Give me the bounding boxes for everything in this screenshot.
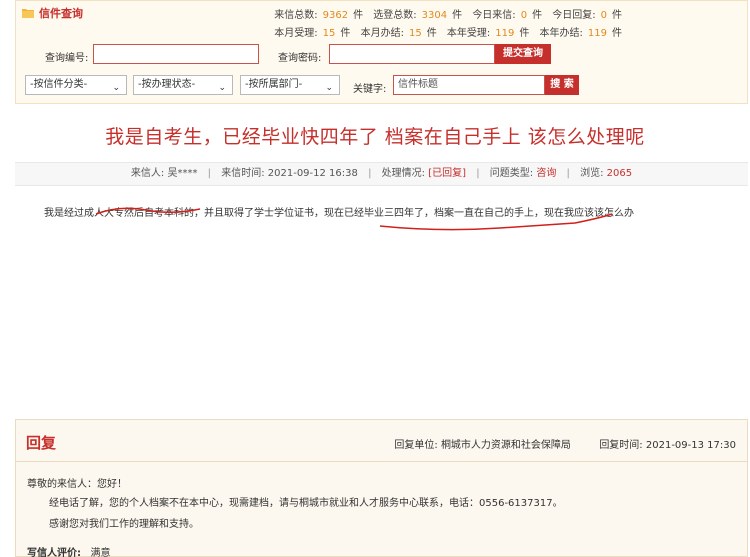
dept-select-value: -按所属部门-	[245, 79, 303, 90]
filter-row: -按信件分类- ⌄ -按办理状态- ⌄ -按所属部门- ⌄ 关键字: 信件标题 搜 索	[16, 75, 747, 97]
stat-value: 119	[587, 28, 607, 39]
views-label: 浏览:	[580, 168, 604, 179]
letter-meta-bar: 来信人: 吴**** | 来信时间: 2021-09-12 16:38 | 处理…	[15, 162, 748, 186]
stat-unit: 件	[532, 10, 543, 21]
status-label: 处理情况:	[381, 168, 426, 179]
query-row: 查询编号: 查询密码: 提交查询	[16, 44, 747, 66]
reply-time-value: 2021-09-13 17:30	[645, 440, 736, 451]
reply-greeting: 尊敬的来信人：您好！	[27, 479, 127, 490]
divider: |	[207, 168, 212, 179]
chevron-down-icon: ⌄	[325, 83, 333, 93]
sender-label: 来信人:	[130, 168, 165, 179]
keyword-input[interactable]: 信件标题	[393, 75, 545, 95]
panel-title-text: 信件查询	[39, 7, 83, 20]
status-select[interactable]: -按办理状态- ⌄	[133, 75, 233, 95]
divider: |	[476, 168, 480, 179]
reply-unit-label: 回复单位:	[394, 440, 438, 451]
letter-time-label: 来信时间:	[221, 168, 265, 179]
query-panel: 信件查询 来信总数: 9362 件 选登总数: 3304 件 今日来信: 0 件 今日回复:…	[15, 0, 748, 104]
stat-label: 本年受理:	[446, 28, 491, 39]
status-badge: [已回复]	[428, 168, 467, 179]
evaluation-label: 写信人评价:	[27, 548, 81, 557]
category-select-value: -按信件分类-	[30, 79, 88, 90]
letter-time-value: 2021-09-12 16:38	[267, 168, 358, 179]
stat-unit: 件	[353, 10, 364, 21]
stat-unit: 件	[340, 28, 351, 39]
folder-icon	[22, 8, 34, 18]
letter-body: 我是经过成人大专然后自考本科的，并且取得了学士学位证书，现在已经毕业三四年了，档…	[44, 208, 634, 219]
stat-value: 15	[408, 28, 422, 39]
stat-unit: 件	[519, 28, 530, 39]
reply-body: 经电话了解，您的个人档案不在本中心，现需建档，请与桐城市就业和人才服务中心联系，…	[49, 498, 563, 509]
status-select-value: -按办理状态-	[138, 79, 196, 90]
query-no-label: 查询编号:	[45, 53, 89, 64]
reply-info: 回复单位: 桐城市人力资源和社会保障局 回复时间: 2021-09-13 17:…	[394, 436, 736, 451]
panel-title: 信件查询	[22, 5, 83, 21]
stat-value: 0	[600, 10, 607, 21]
views-count: 2065	[606, 168, 633, 179]
stat-unit: 件	[612, 28, 622, 39]
stat-label: 本月受理:	[274, 28, 318, 39]
stat-unit: 件	[452, 10, 463, 21]
stats-row-2: 本月受理: 15 件 本月办结: 15 件 本年受理: 119 件 本年办结: 119 件	[274, 24, 629, 39]
stat-value: 0	[520, 10, 528, 21]
reply-panel: 回复 回复单位: 桐城市人力资源和社会保障局 回复时间: 2021-09-13 …	[15, 419, 748, 557]
stat-value: 9362	[322, 10, 349, 21]
reply-time-label: 回复时间:	[599, 440, 643, 451]
sender-value: 吴****	[167, 168, 198, 179]
type-label: 问题类型:	[489, 168, 534, 179]
keyword-label: 关键字:	[353, 84, 387, 95]
letter-title: 我是自考生，已经毕业快四年了 档案在自己手上 该怎么处理呢	[105, 126, 645, 148]
reply-unit-value: 桐城市人力资源和社会保障局	[440, 440, 571, 451]
stat-label: 本月办结:	[360, 28, 404, 39]
search-button[interactable]: 搜 索	[545, 75, 579, 95]
reply-thanks: 感谢您对我们工作的理解和支持。	[49, 519, 199, 530]
submit-query-button[interactable]: 提交查询	[495, 44, 551, 64]
type-value: 咨询	[536, 168, 557, 179]
evaluation-value: 满意	[90, 548, 111, 557]
chevron-down-icon: ⌄	[218, 83, 226, 93]
stats-row-1: 来信总数: 9362 件 选登总数: 3304 件 今日来信: 0 件 今日回复: 0 件	[274, 6, 629, 21]
reply-header: 回复 回复单位: 桐城市人力资源和社会保障局 回复时间: 2021-09-13 …	[16, 420, 747, 462]
divider: |	[566, 168, 570, 179]
dept-select[interactable]: -按所属部门- ⌄	[240, 75, 340, 95]
stat-label: 今日回复:	[552, 10, 596, 21]
stat-label: 今日来信:	[472, 10, 516, 21]
stat-value: 119	[495, 28, 515, 39]
stat-unit: 件	[612, 10, 622, 21]
category-select[interactable]: -按信件分类- ⌄	[25, 75, 127, 95]
query-pwd-label: 查询密码:	[278, 53, 322, 64]
stat-label: 来信总数:	[274, 10, 318, 21]
reply-title: 回复	[26, 434, 57, 452]
evaluation-row: 写信人评价: 满意	[27, 544, 110, 557]
stat-label: 本年办结:	[539, 28, 583, 39]
query-pwd-input[interactable]	[329, 44, 495, 64]
stat-value: 15	[322, 28, 336, 39]
divider: |	[368, 168, 372, 179]
stat-label: 选登总数:	[373, 10, 417, 21]
query-no-input[interactable]	[93, 44, 259, 64]
stat-unit: 件	[426, 28, 437, 39]
chevron-down-icon: ⌄	[112, 83, 120, 93]
stat-value: 3304	[421, 10, 448, 21]
